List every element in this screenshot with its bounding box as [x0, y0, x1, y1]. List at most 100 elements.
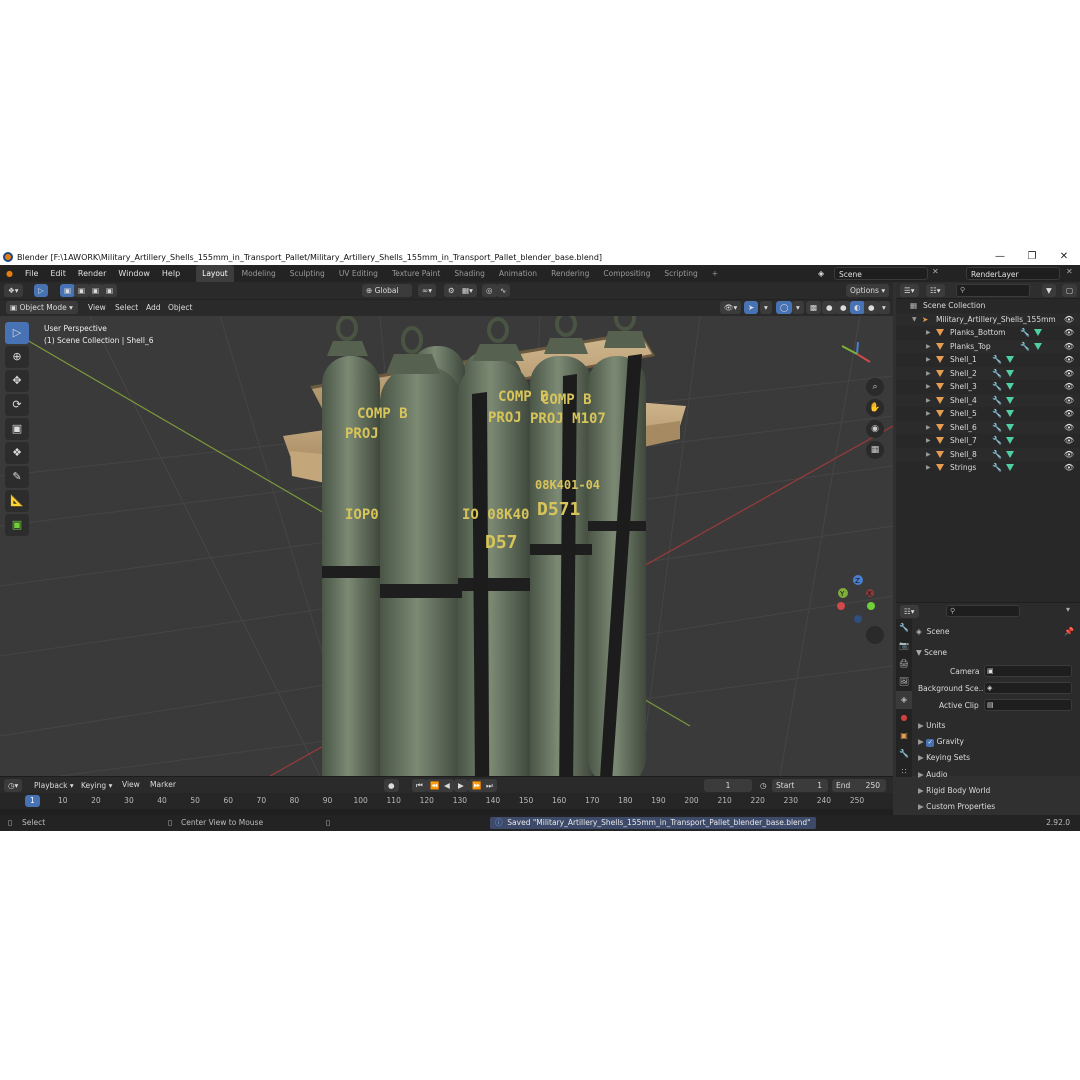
subpanel-units[interactable]: ▶ Units	[918, 721, 945, 730]
visibility-eye-icon[interactable]: 👁	[1064, 313, 1074, 327]
visibility-eye-icon[interactable]: 👁	[1064, 394, 1074, 408]
marker-menu[interactable]: Marker	[150, 778, 176, 792]
mesh-data-icon[interactable]	[1006, 410, 1014, 417]
zoom-icon[interactable]	[866, 626, 884, 644]
mesh-data-icon[interactable]	[1006, 396, 1014, 404]
start-frame-field[interactable]: Start 1	[772, 779, 828, 792]
modifier-icon[interactable]: 🔧	[992, 367, 1002, 381]
minimize-icon[interactable]: —	[984, 249, 1016, 265]
tab-sculpting[interactable]: Sculpting	[284, 265, 331, 282]
transform-orientation-dropdown[interactable]: ⊕ Global	[362, 284, 412, 297]
mesh-data-icon[interactable]	[1006, 450, 1014, 458]
outliner-search-input[interactable]: ⚲	[956, 284, 1030, 297]
rotate-tool-icon[interactable]: ⟳	[5, 394, 29, 416]
mesh-data-icon[interactable]	[1034, 329, 1042, 336]
subpanel-gravity[interactable]: ▶ ✓ Gravity	[918, 737, 964, 748]
current-frame-field[interactable]: 1	[704, 779, 752, 792]
tab-animation[interactable]: Animation	[493, 265, 543, 282]
cursor-tool-icon[interactable]: ⊕	[5, 346, 29, 368]
scene-selector[interactable]: Scene	[834, 267, 928, 280]
gizmo-toggle-icon[interactable]: ➤	[744, 301, 759, 314]
scene-type-icon[interactable]: ◈	[812, 265, 830, 282]
visibility-eye-icon[interactable]: 👁	[1064, 448, 1074, 462]
background-scene-field[interactable]: ◈	[984, 682, 1072, 694]
tab-layout[interactable]: Layout	[196, 265, 234, 282]
outliner-row-shell-1[interactable]: ▶ Shell_1 🔧 👁	[896, 353, 1080, 367]
tab-object-icon[interactable]: ▣	[896, 727, 912, 745]
visibility-eye-icon[interactable]: 👁	[1064, 407, 1074, 421]
mesh-data-icon[interactable]	[1006, 437, 1014, 444]
timeline-editor-icon[interactable]: ◷▾	[4, 779, 23, 792]
modifier-icon[interactable]: 🔧	[992, 407, 1002, 421]
jump-end-icon[interactable]: ⏭	[482, 779, 497, 792]
measure-tool-icon[interactable]: 📐	[5, 490, 29, 512]
tab-scene-icon[interactable]: ◈	[896, 691, 912, 709]
expand-icon[interactable]: ▶	[926, 461, 931, 475]
outliner-row-shell-2[interactable]: ▶ Shell_2 🔧 👁	[896, 366, 1080, 381]
pan-view-icon[interactable]: ✋	[866, 399, 884, 417]
tab-texture-paint[interactable]: Texture Paint	[386, 265, 446, 282]
jump-start-icon[interactable]: ⏮	[412, 779, 427, 792]
gravity-checkbox[interactable]: ✓	[926, 739, 935, 748]
tab-particles-icon[interactable]: ∷	[896, 763, 912, 781]
expand-icon[interactable]: ▶	[926, 353, 931, 367]
shading-rendered-icon[interactable]: ●	[864, 301, 879, 314]
visibility-eye-icon[interactable]: 👁	[1064, 434, 1074, 448]
subpanel-keying-sets[interactable]: ▶ Keying Sets	[918, 753, 970, 762]
current-frame-indicator[interactable]: 1	[25, 795, 40, 807]
menu-view[interactable]: View	[88, 301, 106, 315]
maximize-icon[interactable]: ❐	[1016, 249, 1048, 265]
annotate-tool-icon[interactable]: ✎	[5, 466, 29, 488]
properties-search-input[interactable]: ⚲	[946, 605, 1020, 617]
visibility-eye-icon[interactable]: 👁	[1064, 421, 1074, 435]
select-mode-subtract-icon[interactable]: ▣	[88, 284, 104, 297]
modifier-icon[interactable]: 🔧	[1020, 340, 1030, 354]
timeline-ruler[interactable]: 1 10 20 30 40 50 60 70 80 90 100 110 120 130 140 150 160…	[0, 793, 893, 815]
expand-icon[interactable]: ▶	[926, 367, 931, 381]
view-layer-selector[interactable]: RenderLayer	[966, 267, 1060, 280]
tab-tool-icon[interactable]: 🔧	[896, 619, 912, 637]
mesh-data-icon[interactable]	[1006, 464, 1014, 471]
new-collection-icon[interactable]: ▢	[1062, 284, 1078, 297]
select-mode-new-icon[interactable]: ▣	[60, 284, 76, 297]
filter-icon[interactable]: ▼	[1042, 284, 1056, 297]
end-frame-field[interactable]: End 250	[832, 779, 886, 792]
clock-icon[interactable]: ◷	[756, 779, 771, 792]
shading-solid-icon[interactable]: ●	[836, 301, 851, 314]
expand-icon[interactable]: ▶	[926, 448, 931, 462]
menu-window[interactable]: Window	[112, 265, 156, 282]
expand-icon[interactable]: ▶	[926, 407, 931, 421]
tab-modeling[interactable]: Modeling	[236, 265, 282, 282]
expand-icon[interactable]: ▶	[926, 326, 931, 340]
modifier-icon[interactable]: 🔧	[1020, 326, 1030, 340]
outliner-row-collection[interactable]: ▼ ➤ Military_Artillery_Shells_155mm 👁	[896, 312, 1080, 327]
tab-output-icon[interactable]: 🖨	[896, 655, 912, 673]
tab-rendering[interactable]: Rendering	[545, 265, 595, 282]
scene-close-icon[interactable]: ✕	[932, 267, 939, 276]
visibility-eye-icon[interactable]: 👁	[1064, 367, 1074, 381]
visibility-eye-icon[interactable]: 👁	[1064, 340, 1074, 354]
view-layer-close-icon[interactable]: ✕	[1066, 267, 1073, 276]
mesh-data-icon[interactable]	[1034, 342, 1042, 350]
outliner-row-strings[interactable]: ▶ Strings 🔧 👁	[896, 461, 1080, 475]
snap-target-icon[interactable]: ▦▾	[458, 284, 477, 297]
scale-tool-icon[interactable]: ▣	[5, 418, 29, 440]
properties-editor-icon[interactable]: ☷▾	[900, 605, 919, 618]
play-icon[interactable]: ▶	[454, 779, 468, 792]
menu-object[interactable]: Object	[168, 301, 192, 315]
timeline-view-menu[interactable]: View	[122, 778, 140, 792]
modifier-icon[interactable]: 🔧	[992, 353, 1002, 367]
ortho-view-icon[interactable]: ▦	[866, 441, 884, 459]
subpanel-audio[interactable]: ▶ Audio	[918, 770, 948, 779]
camera-view-icon[interactable]: ◉	[866, 420, 884, 438]
modifier-icon[interactable]: 🔧	[992, 421, 1002, 435]
mode-dropdown[interactable]: ▣ Object Mode ▾	[6, 301, 78, 314]
outliner-row-shell-7[interactable]: ▶ Shell_7 🔧 👁	[896, 434, 1080, 448]
menu-edit[interactable]: Edit	[44, 265, 72, 282]
shading-material-icon[interactable]: ◐	[850, 301, 865, 314]
blender-menu-icon[interactable]: ●	[0, 265, 19, 282]
tab-uv-editing[interactable]: UV Editing	[333, 265, 384, 282]
visibility-eye-icon[interactable]: 👁	[1064, 353, 1074, 367]
shading-wireframe-icon[interactable]: ●	[822, 301, 837, 314]
subpanel-custom-properties[interactable]: ▶ Custom Properties	[918, 802, 995, 811]
